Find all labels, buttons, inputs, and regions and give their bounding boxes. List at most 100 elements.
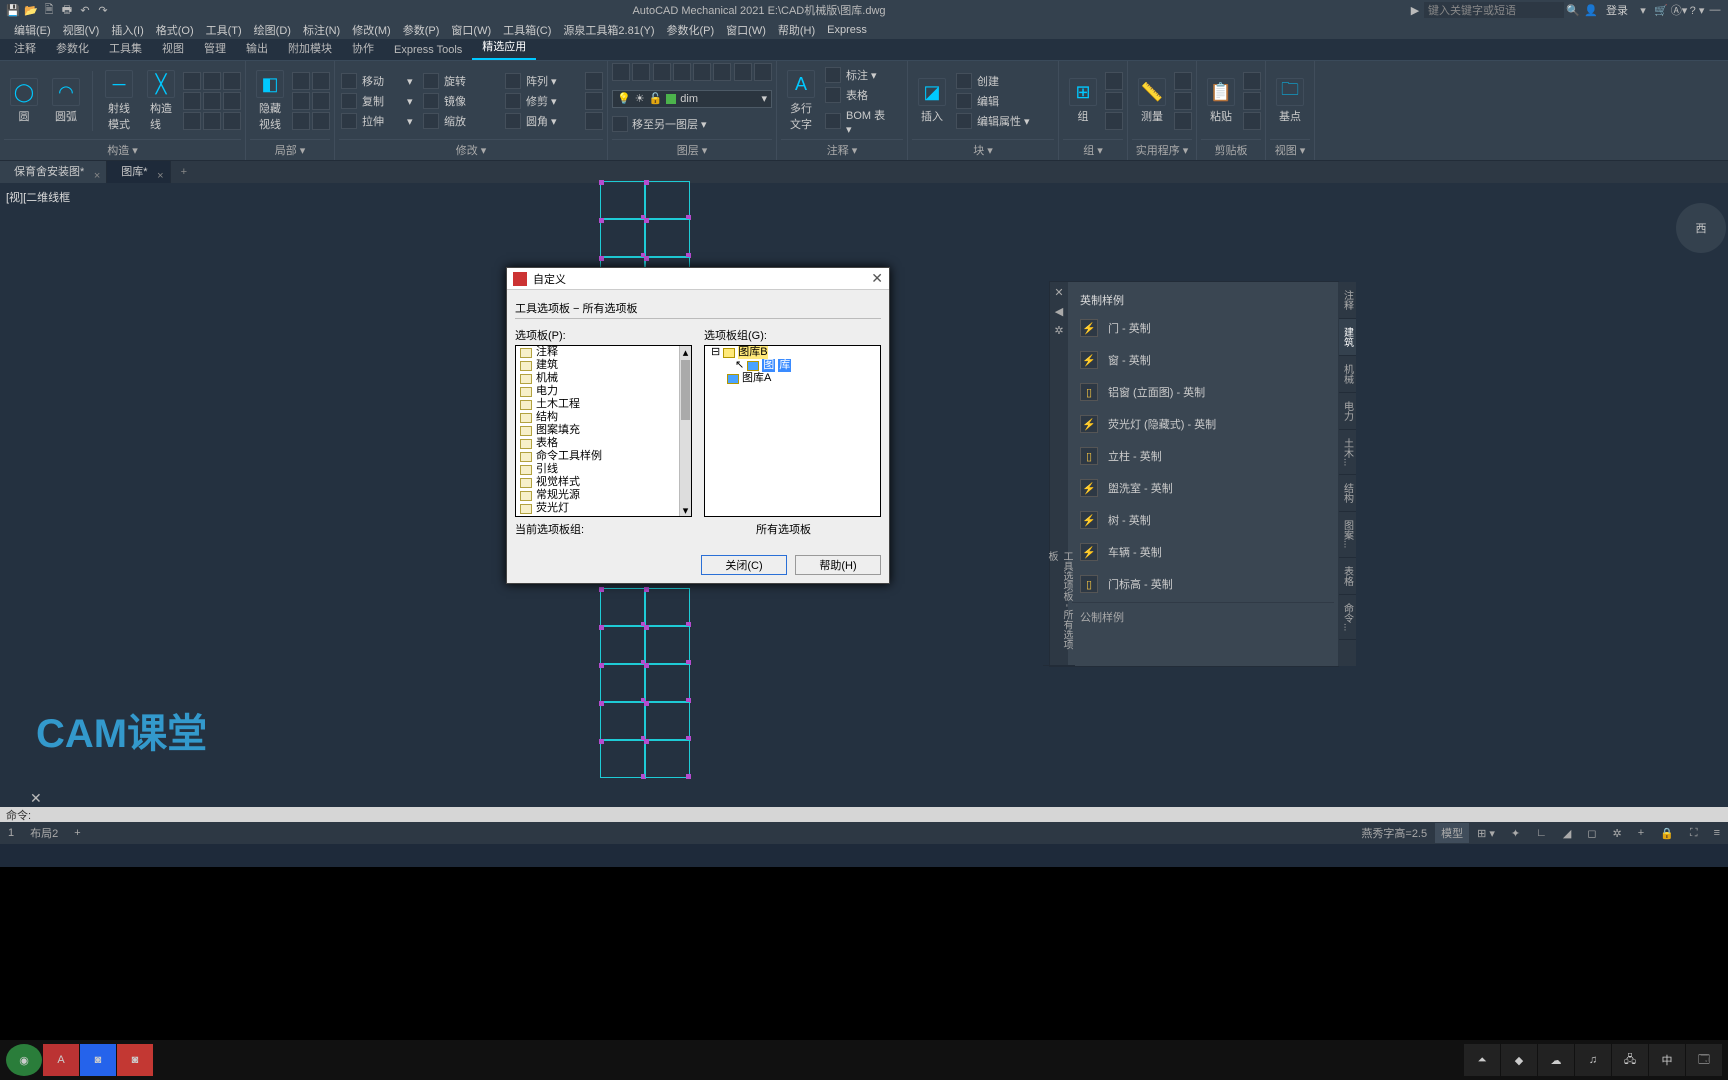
vtab[interactable]: 命令...	[1339, 595, 1356, 640]
tray-icon[interactable]: ◆	[1501, 1044, 1537, 1076]
close-button[interactable]: 关闭(C)	[701, 555, 787, 575]
tray-icon[interactable]: ☁	[1538, 1044, 1574, 1076]
construct-small-buttons[interactable]	[183, 72, 241, 130]
group-button[interactable]: ⊞组	[1063, 76, 1103, 126]
menu-yq[interactable]: 源泉工具箱2.81(Y)	[557, 22, 660, 38]
palette-item[interactable]: ▯门标高 - 英制	[1072, 568, 1334, 600]
layer-toggles[interactable]	[612, 63, 772, 81]
group-treeview[interactable]: ⊟图库B ↖图库 图库A	[704, 345, 881, 517]
open-icon[interactable]: 📂	[22, 2, 40, 18]
ribtab-8[interactable]: Express Tools	[384, 40, 472, 60]
measure-button[interactable]: 📏测量	[1132, 76, 1172, 126]
file-tab-0[interactable]: 保育舍安装图*×	[0, 161, 107, 183]
status-scale-icon[interactable]: ⛶	[1682, 825, 1706, 842]
insert-button[interactable]: ◪插入	[912, 76, 952, 126]
vtab[interactable]: 结构	[1339, 475, 1356, 512]
palette-item[interactable]: ⚡窗 - 英制	[1072, 344, 1334, 376]
panel-title[interactable]: 实用程序 ▾	[1132, 139, 1192, 160]
layer-dropdown[interactable]: 💡☀🔓dim▾	[612, 90, 772, 108]
panel-title[interactable]: 构造 ▾	[4, 139, 241, 160]
fillet-button[interactable]: 圆角 ▾	[503, 112, 583, 130]
arc-button[interactable]: ◠圆弧	[46, 76, 86, 126]
minimize-icon[interactable]: —	[1706, 2, 1724, 18]
panel-title[interactable]: 局部 ▾	[250, 139, 330, 160]
rotate-button[interactable]: 旋转	[421, 72, 501, 90]
ribtab-6[interactable]: 附加模块	[278, 36, 342, 60]
palette-item[interactable]: ⚡荧光灯 (隐藏式) - 英制	[1072, 408, 1334, 440]
help-icon[interactable]: ? ▾	[1688, 2, 1706, 18]
panel-title[interactable]: 剪贴板	[1201, 139, 1261, 160]
vtab[interactable]: 图案...	[1339, 512, 1356, 557]
ribtab-9[interactable]: 精选应用	[472, 34, 536, 60]
palette-listbox[interactable]: 注释 建筑 机械 电力 土木工程 结构 图案填充 表格 命令工具样例 引线 视觉…	[515, 345, 692, 517]
bom-button[interactable]: BOM 表 ▾	[823, 106, 903, 137]
palette-item[interactable]: ▯立柱 - 英制	[1072, 440, 1334, 472]
ribtab-5[interactable]: 输出	[236, 36, 278, 60]
user-icon[interactable]: 👤	[1582, 2, 1600, 18]
tray-icon[interactable]: ⏶	[1464, 1044, 1500, 1076]
new-icon[interactable]: 🗎	[40, 2, 58, 18]
ribtab-7[interactable]: 协作	[342, 36, 384, 60]
panel-title[interactable]: 视图 ▾	[1270, 139, 1310, 160]
status-grid-icon[interactable]: ⊞ ▾	[1469, 825, 1503, 842]
add-layout-button[interactable]: +	[66, 825, 88, 841]
panel-title[interactable]: 组 ▾	[1063, 139, 1123, 160]
status-model[interactable]: 模型	[1435, 823, 1469, 843]
undo-icon[interactable]: ↶	[76, 2, 94, 18]
menu-window2[interactable]: 窗口(W)	[720, 22, 772, 38]
a360-icon[interactable]: Ⓐ▾	[1670, 2, 1688, 18]
print-icon[interactable]: 🖶	[58, 2, 76, 18]
status-menu-icon[interactable]: ≡	[1706, 825, 1728, 841]
modify-extra[interactable]	[585, 72, 603, 130]
menu-param2[interactable]: 参数化(P)	[660, 22, 720, 38]
circle-button[interactable]: ◯圆	[4, 76, 44, 126]
array-button[interactable]: 阵列 ▾	[503, 72, 583, 90]
ray-button[interactable]: ─射线 模式	[99, 68, 139, 134]
panel-title[interactable]: 修改 ▾	[339, 139, 603, 160]
search-icon[interactable]: 🔍	[1564, 2, 1582, 18]
cart-icon[interactable]: ▾	[1634, 2, 1652, 18]
tray-icon[interactable]: 🖧	[1612, 1044, 1648, 1076]
ribtab-2[interactable]: 工具集	[99, 36, 152, 60]
search-input[interactable]: 键入关键字或短语	[1424, 2, 1564, 18]
detail-small-buttons[interactable]	[292, 72, 330, 130]
mtext-button[interactable]: A多行 文字	[781, 68, 821, 134]
vtab[interactable]: 注释	[1339, 282, 1356, 319]
move-to-layer-button[interactable]: 移至另一图层 ▾	[632, 116, 707, 132]
ribtab-3[interactable]: 视图	[152, 36, 194, 60]
start-button[interactable]: ◉	[6, 1044, 42, 1076]
status-osnap-icon[interactable]: ◻	[1579, 825, 1604, 842]
menu-express[interactable]: Express	[821, 24, 873, 36]
table-button[interactable]: 表格	[823, 86, 903, 104]
save-icon[interactable]: 💾	[4, 2, 22, 18]
status-ortho-icon[interactable]: ∟	[1528, 825, 1555, 841]
tray-icon[interactable]: 🗔	[1686, 1044, 1722, 1076]
edit-attr-button[interactable]: 编辑属性 ▾	[954, 112, 1054, 130]
vtab[interactable]: 土木...	[1339, 430, 1356, 475]
palette-close-icon[interactable]: ✕	[1054, 286, 1063, 299]
status-plus-icon[interactable]: +	[1630, 825, 1652, 841]
palette-item[interactable]: ⚡盥洗室 - 英制	[1072, 472, 1334, 504]
palette-pin-icon[interactable]: ◀	[1055, 305, 1063, 318]
redo-icon[interactable]: ↷	[94, 2, 112, 18]
trim-button[interactable]: 修剪 ▾	[503, 92, 583, 110]
close-icon[interactable]: ✕	[871, 270, 883, 287]
login-label[interactable]: 登录	[1600, 2, 1634, 18]
move-button[interactable]: 移动▾	[339, 72, 419, 90]
layout-tab[interactable]: 1	[0, 825, 22, 841]
layout-tab[interactable]: 布局2	[22, 823, 66, 843]
mirror-button[interactable]: 镜像	[421, 92, 501, 110]
status-polar-icon[interactable]: ◢	[1555, 825, 1579, 842]
file-tab-1[interactable]: 图库*×	[107, 161, 170, 183]
palette-item[interactable]: ⚡门 - 英制	[1072, 312, 1334, 344]
copy-button[interactable]: 复制▾	[339, 92, 419, 110]
xline-button[interactable]: ╳构造 线	[141, 68, 181, 134]
help-button[interactable]: 帮助(H)	[795, 555, 881, 575]
ribtab-0[interactable]: 注释	[4, 36, 46, 60]
scrollbar[interactable]: ▴▾	[679, 346, 691, 516]
vtab[interactable]: 建筑	[1339, 319, 1356, 356]
command-line[interactable]: 命令:	[0, 807, 1728, 823]
paste-button[interactable]: 📋粘贴	[1201, 76, 1241, 126]
app-icon[interactable]: ◙	[117, 1044, 153, 1076]
status-gear-icon[interactable]: ✲	[1605, 825, 1630, 842]
